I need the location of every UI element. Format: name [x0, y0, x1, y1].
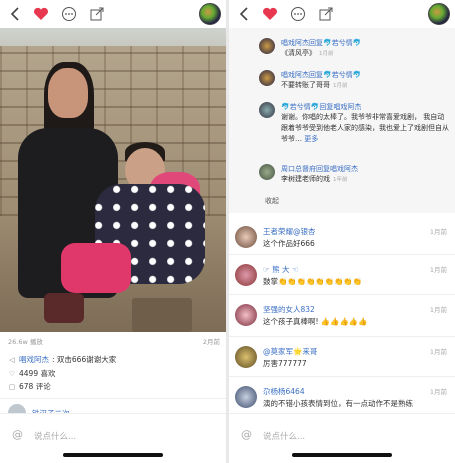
top-bar — [0, 0, 226, 28]
reply-header[interactable]: 周口总督府回复唱戏阿杰 — [281, 164, 358, 174]
comment-date: 1月前 — [429, 266, 447, 274]
comments-row[interactable]: ▢ 678 评论 — [8, 381, 51, 392]
comment-input-bar[interactable]: @ 说点什么... — [0, 413, 226, 463]
reply-avatar[interactable] — [259, 38, 275, 54]
comments-panel: 唱戏阿杰回复🐬若兮情🐬 《清风亭》 1月前 唱戏阿杰回复🐬若兮情🐬 不要转账了哥哥… — [229, 0, 455, 463]
likes-row[interactable]: ♡ 4499 喜欢 — [8, 368, 56, 379]
commenter-avatar[interactable] — [235, 264, 257, 286]
reply-header[interactable]: 唱戏阿杰回复🐬若兮情🐬 — [281, 70, 361, 80]
commenter-name[interactable]: 坚强的女人832 — [263, 304, 315, 315]
reply-header[interactable]: 唱戏阿杰回复🐬若兮情🐬 — [281, 38, 361, 48]
commenter-name[interactable]: ☞ 熊 大 ☜ — [263, 264, 299, 275]
author-avatar[interactable] — [199, 3, 221, 25]
comment-text: 这个作品好666 — [263, 239, 315, 248]
comment-icon: ▢ — [8, 382, 16, 391]
commenter-avatar[interactable] — [235, 386, 257, 408]
more-dots-icon[interactable] — [289, 5, 307, 23]
speaker-icon: ◁ — [9, 355, 15, 364]
at-icon[interactable]: @ — [241, 428, 252, 441]
divider — [229, 336, 455, 337]
view-count: 26.6w 播放 — [8, 338, 43, 346]
likes-count: 4499 喜欢 — [19, 369, 56, 378]
comment-item[interactable]: @莫家军🌟来哥 厉害777777 1月前 — [229, 340, 455, 373]
comment-input[interactable]: 说点什么... — [34, 430, 76, 442]
more-link[interactable]: 更多 — [304, 135, 318, 143]
collapse-button[interactable]: 收起 — [265, 196, 279, 206]
video-child-figure — [61, 142, 205, 328]
reply-header[interactable]: 🐬若兮情🐬回复唱戏阿杰 — [281, 102, 361, 112]
divider — [0, 398, 226, 399]
reply-thread: 唱戏阿杰回复🐬若兮情🐬 《清风亭》 1月前 唱戏阿杰回复🐬若兮情🐬 不要转账了哥哥… — [229, 28, 455, 213]
comment-text: 厉害777777 — [263, 359, 307, 368]
reply-text: 李树建老师的戏 1年前 — [281, 175, 348, 183]
like-icon: ♡ — [8, 369, 16, 378]
heart-icon[interactable] — [32, 5, 50, 23]
comment-input-bar[interactable]: @ 说点什么... — [229, 413, 455, 463]
share-icon[interactable] — [317, 5, 335, 23]
share-icon[interactable] — [88, 5, 106, 23]
reply-avatar[interactable] — [259, 102, 275, 118]
commenter-avatar[interactable] — [235, 226, 257, 248]
home-indicator — [292, 453, 392, 457]
commenter-name[interactable]: 王者荣耀@银杏 — [263, 226, 316, 237]
author-reply-text: : 双击666谢谢大家 — [52, 355, 117, 364]
home-indicator — [63, 453, 163, 457]
at-icon[interactable]: @ — [12, 428, 23, 441]
back-arrow-icon[interactable] — [235, 5, 253, 23]
reply-text: 《清风亭》 1月前 — [281, 49, 334, 57]
author-avatar[interactable] — [428, 3, 450, 25]
comment-date: 1月前 — [429, 228, 447, 236]
reply-avatar[interactable] — [259, 164, 275, 180]
heart-icon[interactable] — [261, 5, 279, 23]
divider — [229, 376, 455, 377]
video-player[interactable] — [0, 28, 226, 332]
comment-date: 1月前 — [429, 388, 447, 396]
comment-date: 1月前 — [429, 348, 447, 356]
comment-date: 1月前 — [429, 306, 447, 314]
comment-item[interactable]: 坚强的女人832 这个孩子真棒啊! 👍👍👍👍👍 1月前 — [229, 298, 455, 331]
comment-item[interactable]: 尕杨杨6464 演的不错小孩表情到位，有一点动作不是熟练 1月前 — [229, 380, 455, 413]
commenter-name[interactable]: @莫家军🌟来哥 — [263, 346, 317, 357]
commenter-avatar[interactable] — [235, 304, 257, 326]
comment-text: 鼓掌👏👏👏👏👏👏👏👏👏 — [263, 277, 363, 286]
back-arrow-icon[interactable] — [6, 5, 24, 23]
author-name[interactable]: 唱戏阿杰 — [19, 354, 49, 365]
author-reply-row[interactable]: ◁ 唱戏阿杰: 双击666谢谢大家 — [8, 354, 116, 365]
divider — [229, 294, 455, 295]
video-post-panel: 26.6w 播放 2月前 ◁ 唱戏阿杰: 双击666谢谢大家 ♡ 4499 喜欢… — [0, 0, 226, 463]
comment-item[interactable]: ☞ 熊 大 ☜ 鼓掌👏👏👏👏👏👏👏👏👏 1月前 — [229, 258, 455, 291]
post-date: 2月前 — [202, 338, 220, 346]
comment-text: 演的不错小孩表情到位，有一点动作不是熟练 — [263, 399, 413, 408]
comment-item[interactable]: 王者荣耀@银杏 这个作品好666 1月前 — [229, 220, 455, 253]
commenter-name[interactable]: 尕杨杨6464 — [263, 386, 305, 397]
top-bar — [229, 0, 455, 28]
reply-text: 谢谢。你唱的太棒了。我爷爷非常喜爱戏剧， 我自动跟着爷爷受到他老人家的感染，我也… — [281, 113, 449, 143]
comment-input[interactable]: 说点什么... — [263, 430, 305, 442]
reply-avatar[interactable] — [259, 70, 275, 86]
more-dots-icon[interactable] — [60, 5, 78, 23]
divider — [229, 254, 455, 255]
comments-count: 678 评论 — [19, 382, 51, 391]
comment-text: 这个孩子真棒啊! 👍👍👍👍👍 — [263, 317, 368, 326]
reply-text: 不要转账了哥哥 1月前 — [281, 81, 348, 89]
commenter-avatar[interactable] — [235, 346, 257, 368]
